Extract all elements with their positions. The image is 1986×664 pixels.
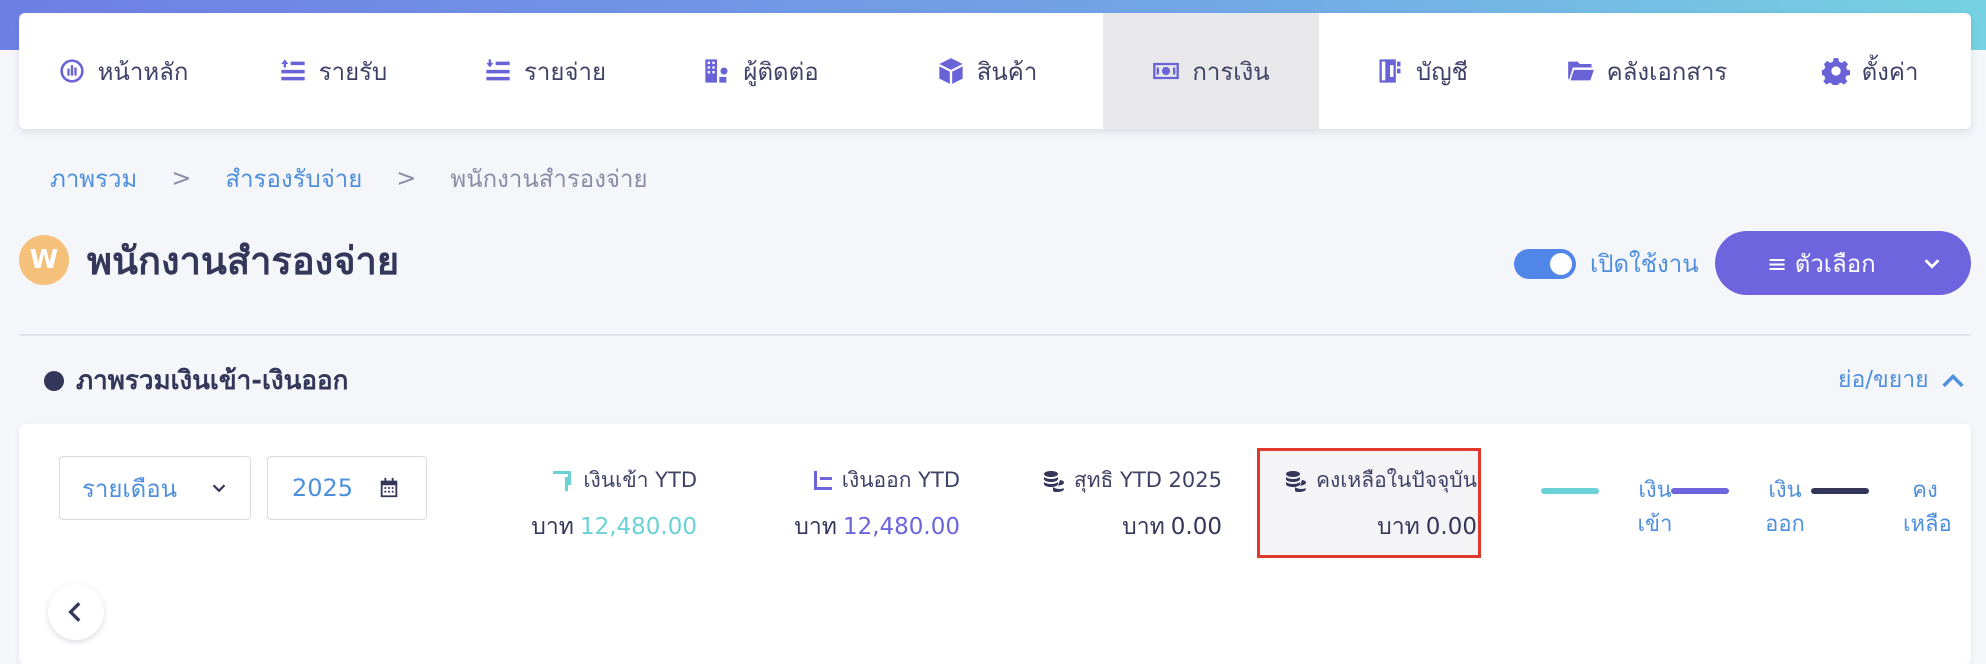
legend-label-line: เงิน xyxy=(1768,478,1802,503)
breadcrumb-separator: > xyxy=(171,164,192,192)
legend-item-balance[interactable]: คงเหลือ xyxy=(1811,474,1952,542)
avatar: W xyxy=(19,235,69,285)
legend-item-expense[interactable]: เงินออก xyxy=(1671,474,1807,542)
nav-label: หน้าหลัก xyxy=(97,57,189,86)
legend-label-line: เงิน xyxy=(1638,478,1672,503)
arrow-in-icon xyxy=(553,470,572,491)
coins-icon xyxy=(1285,470,1306,492)
nav-item-home[interactable]: หน้าหลัก xyxy=(19,13,227,129)
nav-item-documents[interactable]: คลังเอกสาร xyxy=(1525,13,1769,129)
currency: บาท xyxy=(531,514,574,540)
year-picker[interactable]: 2025 xyxy=(267,456,427,520)
legend-label-line: เข้า xyxy=(1637,512,1673,537)
overview-panel: รายเดือน 2025 เงินเข้า YTD บาท 12,480.00 … xyxy=(19,424,1971,664)
breadcrumb: ภาพรวม > สำรองรับจ่าย > พนักงานสำรองจ่าย xyxy=(50,160,648,196)
nav-label: บัญชี xyxy=(1416,57,1468,86)
stat-label: คงเหลือในปัจจุบัน xyxy=(1315,468,1477,492)
legend-swatch xyxy=(1541,488,1599,494)
money-icon xyxy=(1153,62,1180,80)
breadcrumb-petty-cash[interactable]: สำรองรับจ่าย xyxy=(225,159,362,198)
currency: บาท xyxy=(1377,514,1420,540)
nav-item-income[interactable]: รายรับ xyxy=(227,13,439,129)
stat-label: เงินเข้า YTD xyxy=(583,468,697,492)
period-select[interactable]: รายเดือน xyxy=(59,456,251,520)
nav-item-expense[interactable]: รายจ่าย xyxy=(439,13,651,129)
page-title: พนักงานสำรองจ่าย xyxy=(87,238,400,283)
currency: บาท xyxy=(1122,514,1165,540)
stat-value: 12,480.00 xyxy=(579,514,697,540)
nav-label: รายจ่าย xyxy=(523,57,607,86)
calendar-icon xyxy=(380,477,398,498)
nav-label: คลังเอกสาร xyxy=(1606,57,1728,86)
nav-item-settings[interactable]: ตั้งค่า xyxy=(1769,13,1971,129)
title-row: W พนักงานสำรองจ่าย xyxy=(19,232,399,288)
gear-icon xyxy=(1821,58,1850,85)
options-button[interactable]: ≡ ตัวเลือก xyxy=(1715,231,1971,295)
chevron-down-icon xyxy=(212,484,226,493)
enable-toggle-label[interactable]: เปิดใช้งาน xyxy=(1590,244,1699,283)
breadcrumb-current: พนักงานสำรองจ่าย xyxy=(450,164,648,193)
divider xyxy=(19,334,1971,336)
enable-toggle-group: เปิดใช้งาน xyxy=(1514,244,1699,283)
arrow-out-icon xyxy=(813,470,832,490)
stat-label: เงินออก YTD xyxy=(841,468,960,492)
accounting-icon xyxy=(1379,59,1401,83)
nav-item-finance[interactable]: การเงิน xyxy=(1103,13,1319,129)
period-select-value: รายเดือน xyxy=(82,474,178,503)
expense-icon xyxy=(486,59,510,81)
year-picker-value: 2025 xyxy=(292,474,354,502)
section-title: ภาพรวมเงินเข้า-เงินออก xyxy=(76,366,349,396)
section-header: ภาพรวมเงินเข้า-เงินออก xyxy=(44,360,348,401)
nav-label: รายรับ xyxy=(318,57,388,86)
stat-expense-ytd: เงินออก YTD บาท 12,480.00 xyxy=(755,464,960,545)
nav-label: สินค้า xyxy=(976,57,1038,86)
stat-current-balance: คงเหลือในปัจจุบัน บาท 0.00 xyxy=(1269,464,1477,545)
chevron-left-icon xyxy=(68,602,81,622)
stat-value: 0.00 xyxy=(1170,514,1222,540)
contacts-icon xyxy=(705,59,728,83)
income-icon xyxy=(281,59,305,81)
nav-label: ผู้ติดต่อ xyxy=(743,57,819,86)
legend-label-line: ออก xyxy=(1765,512,1805,537)
section-dot xyxy=(44,370,64,391)
nav-item-products[interactable]: สินค้า xyxy=(871,13,1103,129)
nav-label: ตั้งค่า xyxy=(1861,57,1919,86)
chevron-up-icon xyxy=(1942,374,1964,388)
collapse-toggle[interactable]: ย่อ/ขยาย xyxy=(1838,362,1967,398)
collapse-label: ย่อ/ขยาย xyxy=(1838,367,1929,393)
nav-label: การเงิน xyxy=(1192,57,1270,86)
legend-label: คงเหลือ xyxy=(1903,474,1952,542)
breadcrumb-overview[interactable]: ภาพรวม xyxy=(50,159,137,198)
toggle-knob xyxy=(1550,252,1572,275)
stat-label: สุทธิ YTD 2025 xyxy=(1073,468,1222,492)
box-icon xyxy=(939,58,963,84)
dashboard-icon xyxy=(59,59,84,83)
stat-value: 12,480.00 xyxy=(842,514,960,540)
nav-item-contacts[interactable]: ผู้ติดต่อ xyxy=(651,13,871,129)
main-nav: หน้าหลัก รายรับ รายจ่าย ผู้ติดต่อ สินค้า… xyxy=(19,13,1971,129)
legend-label: เงินออก xyxy=(1763,474,1807,542)
legend-swatch xyxy=(1811,488,1869,494)
stat-income-ytd: เงินเข้า YTD บาท 12,480.00 xyxy=(489,464,697,545)
enable-toggle[interactable] xyxy=(1514,248,1576,279)
folder-icon xyxy=(1567,61,1594,81)
chevron-down-icon xyxy=(1924,259,1940,269)
legend-item-income[interactable]: เงินเข้า xyxy=(1541,474,1677,542)
coins-icon xyxy=(1043,470,1064,492)
stat-net-ytd: สุทธิ YTD 2025 บาท 0.00 xyxy=(999,464,1222,545)
previous-button[interactable] xyxy=(48,584,104,640)
legend-label-line: คง xyxy=(1912,478,1938,503)
options-label: ≡ ตัวเลือก xyxy=(1767,249,1876,278)
legend-swatch xyxy=(1671,488,1729,494)
legend-label-line: เหลือ xyxy=(1903,512,1952,537)
stat-value: 0.00 xyxy=(1425,514,1477,540)
currency: บาท xyxy=(794,514,837,540)
nav-item-accounting[interactable]: บัญชี xyxy=(1319,13,1525,129)
breadcrumb-separator: > xyxy=(396,164,417,192)
